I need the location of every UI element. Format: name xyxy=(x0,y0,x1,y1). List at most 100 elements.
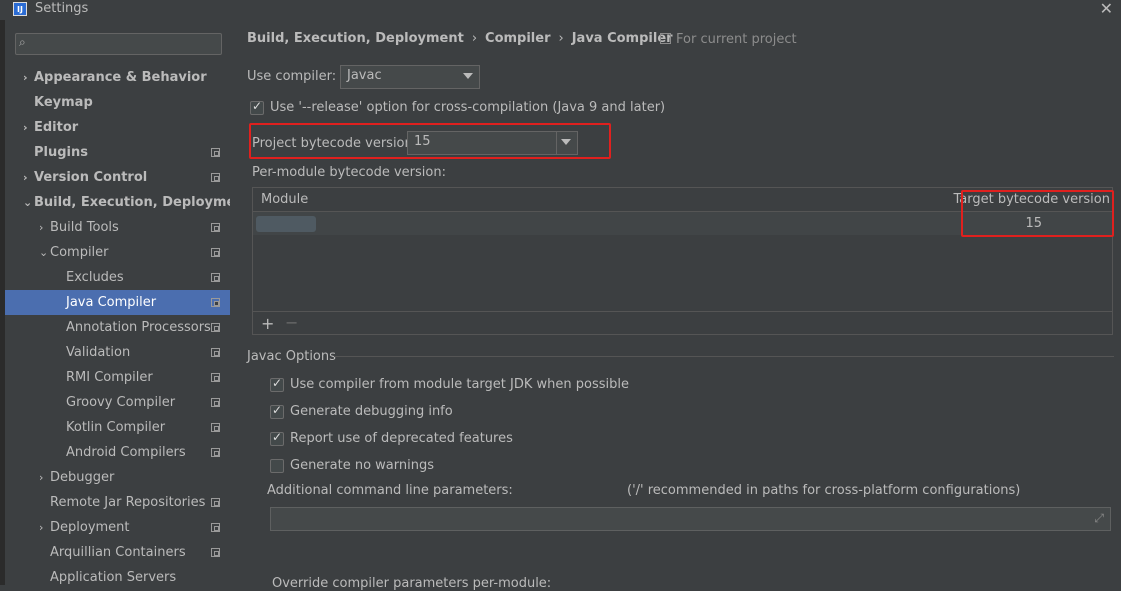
sidebar-item[interactable]: Excludes xyxy=(5,265,230,290)
highlight-annotation xyxy=(961,190,1114,237)
chevron-down-icon[interactable]: ⌄ xyxy=(23,190,33,215)
sidebar-item[interactable]: Groovy Compiler xyxy=(5,390,230,415)
sidebar-item[interactable]: Annotation Processors xyxy=(5,315,230,340)
deprecated-features-label: Report use of deprecated features xyxy=(290,431,513,446)
project-scope-icon xyxy=(211,223,220,232)
chevron-right-icon[interactable]: › xyxy=(23,165,33,190)
chevron-right-icon[interactable]: › xyxy=(23,115,33,140)
compiler-select[interactable]: Javac xyxy=(340,65,480,89)
chevron-right-icon[interactable]: › xyxy=(39,215,49,240)
sidebar-item[interactable]: Android Compilers xyxy=(5,440,230,465)
override-params-label: Override compiler parameters per-module: xyxy=(272,576,552,591)
additional-params-label: Additional command line parameters: xyxy=(267,483,513,498)
title-bar: IJ Settings ✕ xyxy=(0,0,1121,20)
sidebar-item[interactable]: › Build Tools xyxy=(5,215,230,240)
sidebar-item[interactable]: Remote Jar Repositories xyxy=(5,490,230,515)
sidebar-item-label: Editor xyxy=(34,120,79,135)
sidebar-item-label: Validation xyxy=(66,345,131,360)
javac-options-title: Javac Options xyxy=(247,349,336,364)
deprecated-features-checkbox[interactable] xyxy=(270,430,284,446)
column-header-module[interactable]: Module xyxy=(261,192,308,207)
project-scope-icon xyxy=(211,548,220,557)
sidebar-item[interactable]: Validation xyxy=(5,340,230,365)
module-name-redacted xyxy=(256,216,316,232)
scope-hint: For current project xyxy=(660,32,797,47)
expand-icon[interactable]: ⤢ xyxy=(1094,511,1104,526)
breadcrumb-separator: › xyxy=(558,31,564,46)
project-scope-icon xyxy=(211,448,220,457)
sidebar-item-label: Build Tools xyxy=(50,220,119,235)
sidebar-item-label: Version Control xyxy=(34,170,148,185)
sidebar-item-label: Appearance & Behavior xyxy=(34,70,207,85)
sidebar-item-label: Annotation Processors xyxy=(66,320,211,335)
project-scope-icon xyxy=(211,248,220,257)
use-compiler-label: Use compiler: xyxy=(247,69,337,84)
sidebar-item[interactable]: Application Servers xyxy=(5,565,230,590)
sidebar-item[interactable]: › Debugger xyxy=(5,465,230,490)
chevron-down-icon[interactable]: ⌄ xyxy=(39,240,49,265)
project-scope-icon xyxy=(211,323,220,332)
sidebar-item-label: Application Servers xyxy=(50,570,177,585)
use-target-jdk-label: Use compiler from module target JDK when… xyxy=(290,377,629,392)
scope-hint-label: For current project xyxy=(676,32,797,47)
project-scope-icon xyxy=(211,498,220,507)
project-scope-icon xyxy=(211,173,220,182)
release-option-checkbox[interactable] xyxy=(250,99,264,115)
project-scope-icon xyxy=(211,148,220,157)
sidebar-item-label: RMI Compiler xyxy=(66,370,153,385)
sidebar-item-label: Compiler xyxy=(50,245,109,260)
project-scope-icon xyxy=(660,33,671,44)
release-option-label: Use '--release' option for cross-compila… xyxy=(270,100,666,115)
chevron-right-icon[interactable]: › xyxy=(23,65,33,90)
project-scope-icon xyxy=(211,423,220,432)
sidebar-item-label: Android Compilers xyxy=(66,445,186,460)
sidebar-item[interactable]: ⌄ Compiler xyxy=(5,240,230,265)
sidebar-item-label: Kotlin Compiler xyxy=(66,420,166,435)
sidebar-item[interactable]: Java Compiler xyxy=(5,290,230,315)
settings-sidebar: ⌕ › Appearance & Behavior Keymap › Editor Plu… xyxy=(5,20,251,585)
sidebar-item[interactable]: › Version Control xyxy=(5,165,230,190)
additional-params-input[interactable]: ⤢ xyxy=(270,507,1111,531)
sidebar-item[interactable]: Plugins xyxy=(5,140,230,165)
sidebar-item[interactable]: › Editor xyxy=(5,115,230,140)
sidebar-item[interactable]: › Appearance & Behavior xyxy=(5,65,230,90)
sidebar-item-label: Groovy Compiler xyxy=(66,395,176,410)
remove-icon[interactable]: − xyxy=(285,313,298,332)
breadcrumb-item[interactable]: Build, Execution, Deployment xyxy=(247,31,464,46)
no-warnings-checkbox[interactable] xyxy=(270,459,284,473)
sidebar-item-label: Java Compiler xyxy=(66,295,157,310)
project-scope-icon xyxy=(211,298,220,307)
sidebar-item-label: Keymap xyxy=(34,95,93,110)
sidebar-item[interactable]: Keymap xyxy=(5,90,230,115)
breadcrumb-item[interactable]: Compiler xyxy=(485,31,550,46)
intellij-logo-icon: IJ xyxy=(13,2,27,16)
chevron-down-icon xyxy=(463,73,473,79)
chevron-right-icon[interactable]: › xyxy=(39,515,49,540)
table-toolbar: + − xyxy=(253,311,1112,336)
project-scope-icon xyxy=(211,273,220,282)
debug-info-checkbox[interactable] xyxy=(270,403,284,419)
sidebar-item-label: Plugins xyxy=(34,145,88,160)
add-icon[interactable]: + xyxy=(261,314,274,333)
window-title: Settings xyxy=(35,1,89,16)
settings-search-input[interactable]: ⌕ xyxy=(15,33,222,55)
no-warnings-label: Generate no warnings xyxy=(290,458,435,473)
sidebar-item[interactable]: Kotlin Compiler xyxy=(5,415,230,440)
sidebar-item[interactable]: RMI Compiler xyxy=(5,365,230,390)
sidebar-item[interactable]: Arquillian Containers xyxy=(5,540,230,565)
close-icon[interactable]: ✕ xyxy=(1100,0,1113,18)
compiler-select-value: Javac xyxy=(347,68,382,83)
project-scope-icon xyxy=(211,348,220,357)
chevron-right-icon[interactable]: › xyxy=(39,465,49,490)
section-divider xyxy=(334,356,1114,357)
sidebar-item-label: Debugger xyxy=(50,470,115,485)
project-scope-icon xyxy=(211,398,220,407)
sidebar-item[interactable]: › Deployment xyxy=(5,515,230,540)
breadcrumb-separator: › xyxy=(471,31,478,46)
use-target-jdk-checkbox[interactable] xyxy=(270,376,284,392)
search-icon: ⌕ xyxy=(19,35,26,49)
sidebar-item[interactable]: ⌄ Build, Execution, Deployment xyxy=(5,190,251,215)
sidebar-item-label: Deployment xyxy=(50,520,130,535)
sidebar-item-label: Excludes xyxy=(66,270,124,285)
sidebar-item-label: Arquillian Containers xyxy=(50,545,186,560)
